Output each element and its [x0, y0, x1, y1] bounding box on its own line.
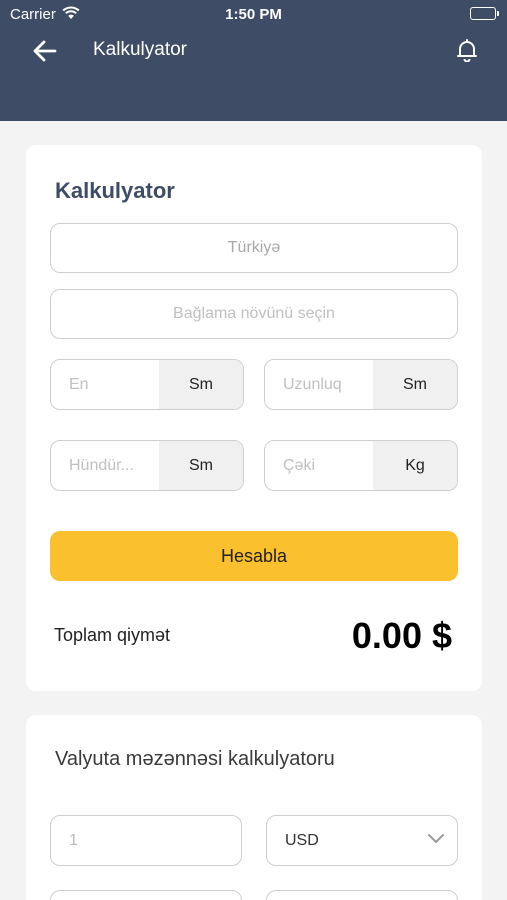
- to-currency-select[interactable]: [266, 890, 458, 900]
- from-currency-value: USD: [285, 831, 319, 849]
- calculator-card: Kalkulyator Türkiyə Bağlama növünü seçin…: [26, 145, 482, 691]
- page-title: Kalkulyator: [93, 39, 187, 60]
- height-input[interactable]: Hündür...: [51, 441, 159, 490]
- amount-input[interactable]: 1: [50, 815, 242, 866]
- status-bar: Carrier 1:50 PM: [0, 0, 507, 28]
- width-field[interactable]: En Sm: [50, 359, 244, 410]
- country-value: Türkiyə: [227, 239, 281, 256]
- length-field[interactable]: Uzunluq Sm: [264, 359, 458, 410]
- calculate-button[interactable]: Hesabla: [50, 531, 458, 581]
- package-type-placeholder: Bağlama növünü seçin: [173, 305, 335, 322]
- currency-calculator-card: Valyuta məzənnəsi kalkulyatoru 1 USD: [26, 715, 482, 900]
- bell-icon: [457, 39, 477, 62]
- height-field[interactable]: Hündür... Sm: [50, 440, 244, 491]
- length-unit: Sm: [373, 360, 457, 409]
- converted-amount-field[interactable]: [50, 890, 242, 900]
- total-price-value: 0.00 $: [351, 615, 452, 656]
- notifications-button[interactable]: [452, 35, 482, 65]
- length-input[interactable]: Uzunluq: [265, 360, 373, 409]
- height-unit: Sm: [159, 441, 243, 490]
- from-currency-select[interactable]: USD: [266, 815, 458, 866]
- arrow-left-icon: [33, 40, 57, 62]
- weight-input[interactable]: Çəki: [265, 441, 373, 490]
- currency-calculator-title: Valyuta məzənnəsi kalkulyatoru: [55, 748, 335, 770]
- chevron-down-icon: [428, 834, 444, 843]
- weight-unit: Kg: [373, 441, 457, 490]
- battery-icon: [470, 7, 499, 20]
- status-time: 1:50 PM: [225, 6, 282, 23]
- total-price-label: Toplam qiymət: [54, 625, 171, 645]
- weight-field[interactable]: Çəki Kg: [264, 440, 458, 491]
- width-unit: Sm: [159, 360, 243, 409]
- country-select[interactable]: Türkiyə: [50, 223, 458, 273]
- app-header: Carrier 1:50 PM Kalkulyator: [0, 0, 507, 121]
- package-type-select[interactable]: Bağlama növünü seçin: [50, 289, 458, 339]
- back-button[interactable]: [30, 36, 60, 66]
- width-input[interactable]: En: [51, 360, 159, 409]
- calculator-title: Kalkulyator: [55, 178, 175, 203]
